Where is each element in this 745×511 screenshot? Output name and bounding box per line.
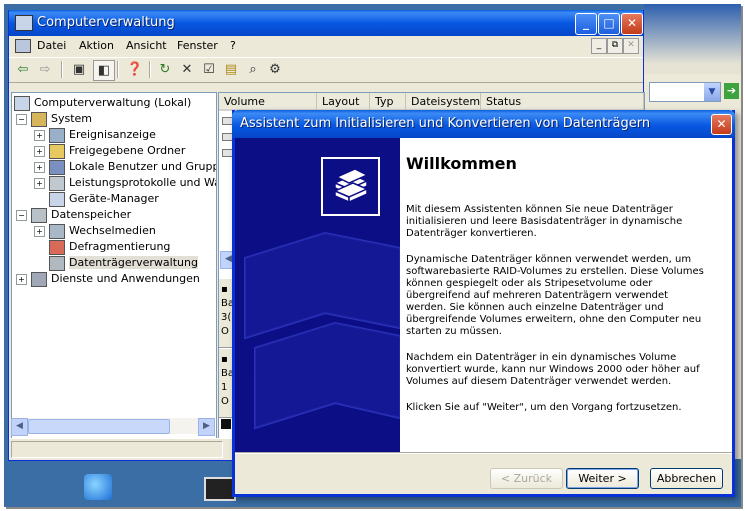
tree-node-device-manager[interactable]: Geräte-Manager xyxy=(49,191,159,207)
refresh-icon[interactable]: ↻ xyxy=(155,60,175,79)
tree-node-shared-folders[interactable]: + Freigegebene Ordner xyxy=(34,143,185,159)
removable-storage-icon xyxy=(49,223,65,239)
minimize-button[interactable]: _ xyxy=(575,13,597,35)
wizard-close-button[interactable]: ✕ xyxy=(711,114,732,135)
cancel-button[interactable]: Abbrechen xyxy=(650,468,723,489)
go-arrow-icon[interactable]: ➔ xyxy=(724,83,739,99)
legend-unallocated-swatch xyxy=(221,419,231,429)
menu-datei[interactable]: Datei xyxy=(37,39,66,52)
maximize-button[interactable]: □ xyxy=(598,13,620,35)
checkmark-disk-icon[interactable]: ☑ xyxy=(199,60,219,79)
wizard-title: Assistent zum Initialisieren und Konvert… xyxy=(240,116,651,131)
mdi-close-button[interactable]: ✕ xyxy=(623,38,639,54)
disk-management-icon xyxy=(49,255,65,271)
wizard-content: Willkommen Mit diesem Assistenten können… xyxy=(400,138,732,452)
up-folder-icon[interactable]: ▣ xyxy=(69,60,89,79)
wizard-divider xyxy=(235,452,732,454)
tree-node-local-users[interactable]: + Lokale Benutzer und Gruppen xyxy=(34,159,216,175)
mdi-minimize-button[interactable]: _ xyxy=(591,38,607,54)
event-viewer-icon xyxy=(49,127,65,143)
scroll-right-icon[interactable]: ▶ xyxy=(198,418,215,436)
disk-settings-icon[interactable]: ⚙ xyxy=(265,60,285,79)
wizard-paragraph-1: Mit diesem Assistenten können Sie neue D… xyxy=(406,204,683,239)
expand-icon[interactable]: + xyxy=(34,129,45,141)
close-button[interactable]: ✕ xyxy=(621,13,643,35)
column-header-type[interactable]: Typ xyxy=(370,93,406,111)
back-button[interactable]: < Zurück xyxy=(490,468,563,489)
computer-icon xyxy=(14,95,30,111)
storage-icon xyxy=(31,207,47,223)
internet-explorer-desktop-icon[interactable] xyxy=(84,474,112,500)
column-header-layout[interactable]: Layout xyxy=(317,93,370,111)
properties-icon[interactable]: ❓ xyxy=(125,60,145,79)
toolbar-separator xyxy=(117,61,119,78)
wizard-paragraph-3: Nachdem ein Datenträger in ein dynamisch… xyxy=(406,352,700,387)
toolbar-separator xyxy=(149,61,151,78)
expand-icon[interactable]: + xyxy=(34,225,45,237)
back-arrow-icon[interactable]: ⇦ xyxy=(13,60,33,79)
disk-wizard-dialog: Assistent zum Initialisieren und Konvert… xyxy=(232,110,735,497)
column-header-filesystem[interactable]: Dateisystem xyxy=(406,93,481,111)
wizard-heading: Willkommen xyxy=(406,154,517,173)
tree-node-defragmentation[interactable]: Defragmentierung xyxy=(49,239,170,255)
search-icon[interactable]: ⌕ xyxy=(243,60,263,79)
computer-icon xyxy=(15,15,33,31)
disk-stack-icon xyxy=(321,157,380,216)
tree-node-event-viewer[interactable]: + Ereignisanzeige xyxy=(34,127,156,143)
system-tools-icon xyxy=(31,111,47,127)
wizard-paragraph-4: Klicken Sie auf "Weiter", um den Vorgang… xyxy=(406,402,682,413)
tree-node-performance-logs[interactable]: +Leistungsprotokolle und Warnungen xyxy=(34,175,216,191)
tree-node-storage[interactable]: − Datenspeicher xyxy=(16,207,131,223)
column-header-status[interactable]: Status xyxy=(481,93,644,111)
forward-arrow-icon[interactable]: ⇨ xyxy=(35,60,55,79)
tree-horizontal-scrollbar[interactable]: ◀ ▶ xyxy=(11,418,215,436)
wizard-banner xyxy=(235,138,400,452)
wizard-titlebar[interactable]: Assistent zum Initialisieren und Konvert… xyxy=(232,110,735,138)
console-tree[interactable]: Computerverwaltung (Lokal) − System + Erei… xyxy=(11,92,217,439)
menu-aktion[interactable]: Aktion xyxy=(79,39,114,52)
wizard-paragraph-2: Dynamische Datenträger können verwendet … xyxy=(406,254,704,337)
performance-icon xyxy=(49,175,65,191)
toolbar-separator xyxy=(61,61,63,78)
expand-icon[interactable]: + xyxy=(34,177,45,189)
window-title: Computerverwaltung xyxy=(37,15,175,30)
menu-ansicht[interactable]: Ansicht xyxy=(126,39,167,52)
users-icon xyxy=(49,159,65,175)
column-header-volume[interactable]: Volume xyxy=(219,93,317,111)
address-combo[interactable]: ▼ xyxy=(649,82,721,102)
delete-icon[interactable]: ✕ xyxy=(177,60,197,79)
device-manager-icon xyxy=(49,191,65,207)
toolbar: ⇦ ⇨ ▣ ◧ ❓ ↻ ✕ ☑ ▤ ⌕ ⚙ xyxy=(9,57,643,83)
open-folder-icon[interactable]: ▤ xyxy=(221,60,241,79)
scroll-left-icon[interactable]: ◀ xyxy=(11,418,28,436)
menu-fenster[interactable]: Fenster xyxy=(177,39,218,52)
mmc-icon[interactable] xyxy=(15,39,31,53)
main-titlebar[interactable]: Computerverwaltung _ □ ✕ xyxy=(9,10,643,36)
collapse-icon[interactable]: − xyxy=(16,209,27,221)
expand-icon[interactable]: + xyxy=(16,273,27,285)
tree-node-services[interactable]: + Dienste und Anwendungen xyxy=(16,271,200,287)
collapse-icon[interactable]: − xyxy=(16,113,27,125)
next-button[interactable]: Weiter > xyxy=(566,468,639,489)
scrollbar-thumb[interactable] xyxy=(28,419,170,434)
tree-node-system[interactable]: − System xyxy=(16,111,92,127)
defrag-icon xyxy=(49,239,65,255)
dropdown-arrow-icon[interactable]: ▼ xyxy=(704,83,720,101)
services-icon xyxy=(31,271,47,287)
menu-help[interactable]: ? xyxy=(230,39,236,52)
expand-icon[interactable]: + xyxy=(34,161,45,173)
mdi-restore-button[interactable]: ⧉ xyxy=(607,38,623,54)
screenshot-frame: ▼ ➔ Computerverwaltung _ □ ✕ Datei Aktio… xyxy=(4,4,741,507)
shared-folder-icon xyxy=(49,143,65,159)
disk-stack-glyph xyxy=(333,168,369,204)
tree-node-removable-storage[interactable]: + Wechselmedien xyxy=(34,223,156,239)
show-tree-icon[interactable]: ◧ xyxy=(93,60,115,81)
menubar: Datei Aktion Ansicht Fenster ? _ ⧉ ✕ xyxy=(9,36,643,56)
expand-icon[interactable]: + xyxy=(34,145,45,157)
background-browser-bar: ▼ ➔ xyxy=(644,74,741,114)
tree-node-root[interactable]: Computerverwaltung (Lokal) xyxy=(14,95,191,111)
status-panel xyxy=(11,441,223,458)
tree-node-disk-management[interactable]: Datenträgerverwaltung xyxy=(49,255,198,271)
